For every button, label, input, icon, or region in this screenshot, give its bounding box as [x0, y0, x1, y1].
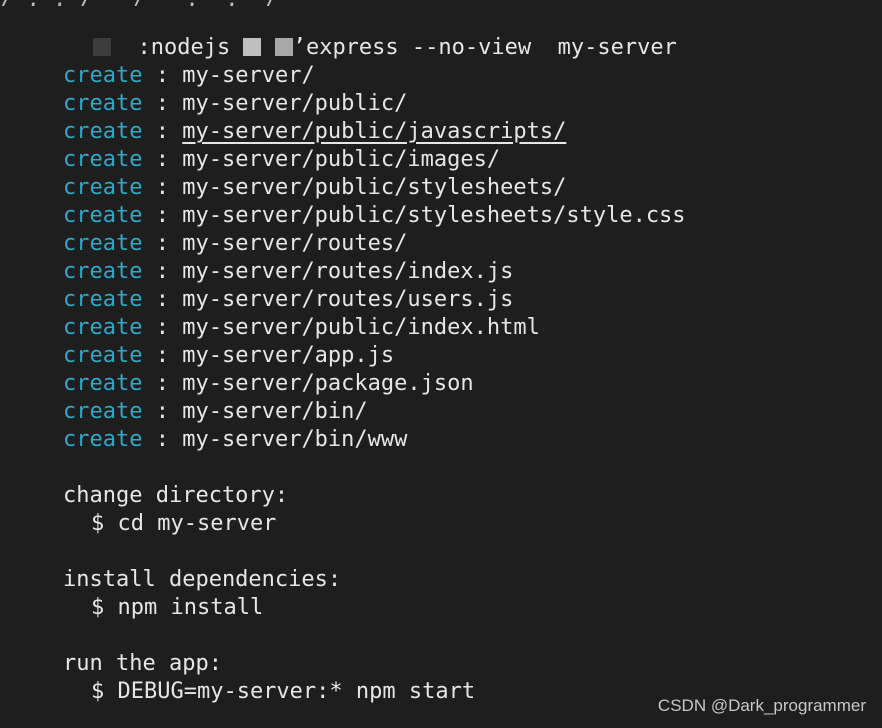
- create-keyword: create: [63, 259, 143, 284]
- create-keyword: create: [63, 231, 143, 256]
- terminal-window[interactable]: / , , / / , , / :nodejs ’express --no-vi…: [0, 0, 882, 728]
- instruction-command-cd: $ cd my-server: [91, 511, 277, 536]
- separator: :: [142, 231, 183, 256]
- separator: :: [142, 63, 183, 88]
- separator: :: [142, 343, 183, 368]
- created-path: my-server/public/images/: [182, 147, 501, 172]
- created-path: my-server/public/stylesheets/: [182, 175, 567, 200]
- create-line: create : my-server/public/stylesheets/st…: [63, 202, 686, 230]
- separator: :: [142, 119, 183, 144]
- created-path: my-server/public/: [182, 91, 408, 116]
- create-keyword: create: [63, 371, 143, 396]
- create-line: create : my-server/public/index.html: [63, 314, 540, 342]
- created-path: my-server/routes/index.js: [182, 259, 514, 284]
- created-path: my-server/app.js: [182, 343, 395, 368]
- instruction-command-npm-start: $ DEBUG=my-server:* npm start: [91, 679, 476, 704]
- create-line: create : my-server/public/: [63, 90, 407, 118]
- created-path: my-server/routes/: [182, 231, 408, 256]
- create-keyword: create: [63, 91, 143, 116]
- create-line: create : my-server/routes/users.js: [63, 286, 513, 314]
- created-path: my-server/bin/: [182, 399, 368, 424]
- create-line: create : my-server/bin/www: [63, 426, 407, 454]
- instruction-command-npm-install: $ npm install: [91, 595, 264, 620]
- create-line: create : my-server/package.json: [63, 370, 474, 398]
- separator: :: [142, 399, 183, 424]
- separator: :: [142, 175, 183, 200]
- create-line: create : my-server/public/images/: [63, 146, 500, 174]
- created-path: my-server/routes/users.js: [182, 287, 514, 312]
- create-keyword: create: [63, 427, 143, 452]
- redacted-block: [243, 38, 262, 56]
- create-line: create : my-server/routes/: [63, 230, 407, 258]
- create-line: create : my-server/public/javascripts/: [63, 118, 566, 146]
- created-path: my-server/public/stylesheets/style.css: [182, 203, 686, 228]
- separator: :: [142, 203, 183, 228]
- create-keyword: create: [63, 399, 143, 424]
- separator: :: [142, 287, 183, 312]
- instruction-heading-change-directory: change directory:: [63, 483, 289, 508]
- created-path-link[interactable]: my-server/public/javascripts/: [182, 119, 566, 144]
- create-keyword: create: [63, 203, 143, 228]
- create-keyword: create: [63, 119, 143, 144]
- command-suffix: ’express --no-view my-server: [292, 35, 677, 60]
- separator: :: [142, 371, 183, 396]
- create-line: create : my-server/public/stylesheets/: [63, 174, 566, 202]
- separator: :: [142, 91, 183, 116]
- command-prefix: :nodejs: [137, 35, 231, 60]
- create-keyword: create: [63, 315, 143, 340]
- watermark: CSDN @Dark_programmer: [657, 696, 866, 715]
- create-line: create : my-server/routes/index.js: [63, 258, 513, 286]
- create-keyword: create: [63, 63, 143, 88]
- created-path: my-server/public/index.html: [182, 315, 540, 340]
- created-path: my-server/: [182, 63, 315, 88]
- redacted-block: [274, 38, 293, 56]
- created-path: my-server/package.json: [182, 371, 474, 396]
- create-keyword: create: [63, 175, 143, 200]
- instruction-heading-install: install dependencies:: [63, 567, 342, 592]
- instruction-heading-run: run the app:: [63, 651, 222, 676]
- create-keyword: create: [63, 343, 143, 368]
- separator: :: [142, 259, 183, 284]
- create-line: create : my-server/bin/: [63, 398, 368, 426]
- separator: :: [142, 147, 183, 172]
- create-keyword: create: [63, 147, 143, 172]
- redacted-block: [92, 38, 111, 56]
- create-line: create : my-server/app.js: [63, 342, 394, 370]
- separator: :: [142, 427, 183, 452]
- command-line: :nodejs ’express --no-view my-server: [40, 6, 677, 60]
- create-keyword: create: [63, 287, 143, 312]
- separator: :: [142, 315, 183, 340]
- created-path: my-server/bin/www: [182, 427, 408, 452]
- create-line: create : my-server/: [63, 62, 315, 90]
